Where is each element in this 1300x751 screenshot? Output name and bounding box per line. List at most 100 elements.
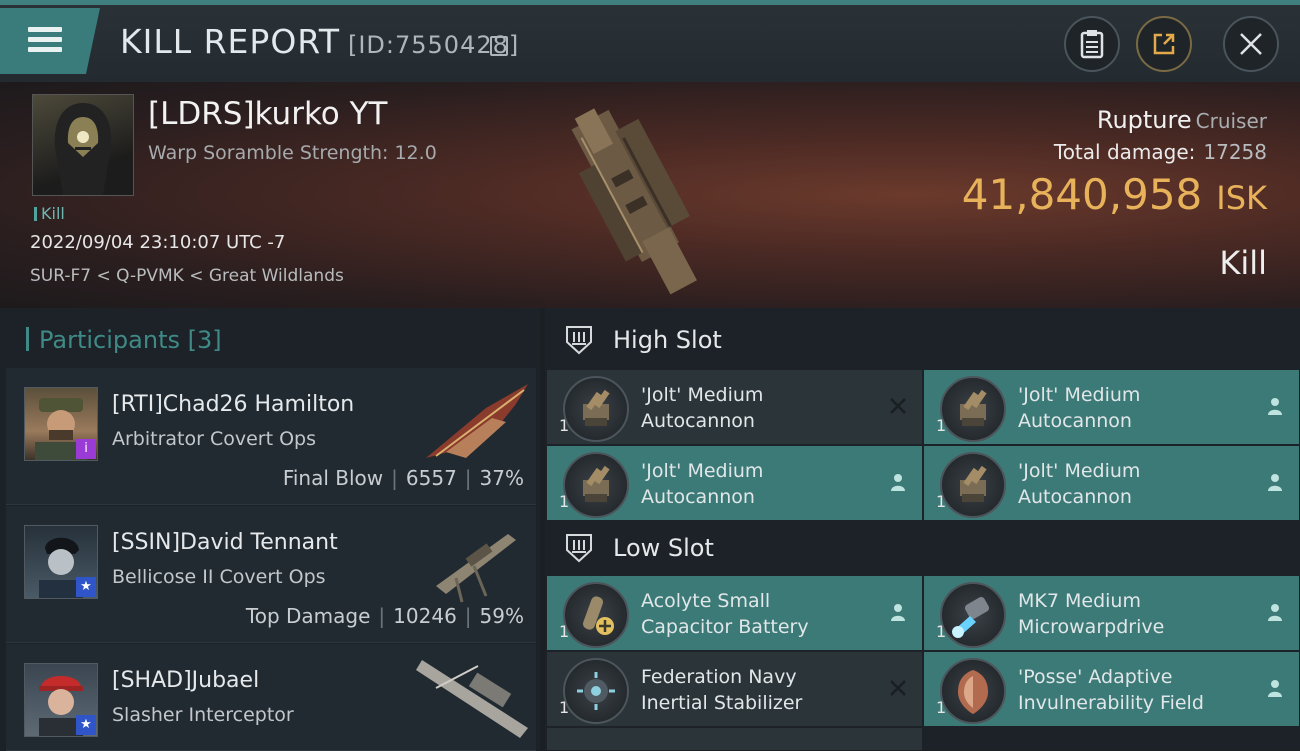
module-name: Federation Navy Inertial Stabilizer: [641, 666, 803, 714]
victim-ship-type: Rupture Cruiser: [1097, 106, 1267, 134]
module-item[interactable]: 1 'Jolt' Medium Autocannon: [924, 446, 1299, 520]
module-item[interactable]: 1 'Jolt' Medium Autocannon: [547, 370, 922, 444]
module-name: MK7 Medium Microwarpdrive: [1018, 590, 1165, 638]
module-qty: 1: [936, 698, 947, 717]
participant-stat-label: Top Damage: [245, 604, 371, 628]
module-item[interactable]: 1 'Jolt' Medium Autocannon: [924, 370, 1299, 444]
module-item[interactable]: 1 Federation Navy Inertial Stabilizer: [547, 652, 922, 726]
participant-avatar: i: [24, 387, 98, 461]
victim-subtitle: Warp Soramble Strength: 12.0: [148, 142, 437, 164]
page-title-text: KILL REPORT: [120, 22, 340, 61]
participants-count: [3]: [187, 326, 222, 354]
module-item[interactable]: 1 Acolyte Small Capacitor Battery: [547, 576, 922, 650]
dropped-person-icon: [891, 474, 905, 491]
page-title: KILL REPORT [ID:7550428]: [120, 22, 519, 61]
module-name: 'Jolt' Medium Autocannon: [1018, 384, 1141, 432]
capacitor-battery-icon: [563, 582, 629, 648]
close-icon: [1240, 33, 1262, 55]
participant-badge: ★: [76, 715, 96, 735]
kill-tag: Kill: [34, 204, 65, 223]
participant-name[interactable]: [SSIN]David Tennant: [112, 530, 338, 555]
microwarpdrive-icon: [940, 582, 1006, 648]
kill-location[interactable]: SUR-F7 < Q-PVMK < Great Wildlands: [30, 266, 344, 286]
title-bar-accent-line: [0, 0, 1300, 5]
participant-stats: Final Blow | 6557 | 37%: [282, 466, 524, 490]
invulnerability-field-icon: [940, 658, 1006, 724]
module-item-partial[interactable]: [547, 728, 922, 750]
module-qty: 1: [936, 416, 947, 435]
victim-portrait[interactable]: [32, 94, 134, 196]
module-qty: 1: [559, 698, 570, 717]
module-item[interactable]: 1 MK7 Medium Microwarpdrive: [924, 576, 1299, 650]
participant-name[interactable]: [RTI]Chad26 Hamilton: [112, 392, 354, 417]
destroyed-icon: [890, 398, 906, 414]
participant-stat-label: Final Blow: [282, 466, 384, 490]
title-bar: KILL REPORT [ID:7550428]: [0, 0, 1300, 82]
module-qty: 1: [936, 492, 947, 511]
share-button[interactable]: [1136, 16, 1192, 72]
autocannon-icon: [940, 452, 1006, 518]
victim-ship-image[interactable]: [560, 82, 740, 304]
participants-title-text: Participants: [39, 326, 180, 354]
module-name: 'Jolt' Medium Autocannon: [641, 384, 764, 432]
module-item[interactable]: 1 'Jolt' Medium Autocannon: [547, 446, 922, 520]
isk-amount: 41,840,958: [961, 170, 1203, 219]
module-qty: 1: [559, 416, 570, 435]
participant-ship: Arbitrator Covert Ops: [112, 428, 317, 450]
autocannon-icon: [940, 376, 1006, 442]
participants-title: Participants [3]: [26, 326, 222, 354]
participant-ship: Bellicose II Covert Ops: [112, 566, 326, 588]
clipboard-button[interactable]: [1064, 16, 1120, 72]
total-damage-value: 17258: [1203, 140, 1267, 164]
participant-name[interactable]: [SHAD]Jubael: [112, 668, 259, 693]
participant-row[interactable]: i [RTI]Chad26 Hamilton Arbitrator Covert…: [6, 368, 536, 505]
close-button[interactable]: [1223, 16, 1279, 72]
module-item[interactable]: 1 'Posse' Adaptive Invulnerability Field: [924, 652, 1299, 726]
participant-row[interactable]: ★ [SSIN]David Tennant Bellicose II Cover…: [6, 506, 536, 643]
copy-icon[interactable]: [490, 36, 508, 56]
dropped-person-icon: [1268, 604, 1282, 621]
inertial-stabilizer-icon: [563, 658, 629, 724]
participant-ship-image: [426, 384, 528, 458]
participant-damage: 10246: [393, 604, 457, 628]
ship-class: Cruiser: [1195, 109, 1267, 133]
low-slot-header: Low Slot: [545, 516, 1300, 580]
victim-name[interactable]: [LDRS]kurko YT: [148, 96, 387, 132]
clipboard-icon: [1080, 30, 1104, 59]
module-name: 'Jolt' Medium Autocannon: [641, 460, 764, 508]
low-slot-label: Low Slot: [613, 534, 714, 562]
module-name: 'Jolt' Medium Autocannon: [1018, 460, 1141, 508]
destroyed-icon: [890, 680, 906, 696]
menu-button[interactable]: [0, 8, 100, 74]
module-name: Acolyte Small Capacitor Battery: [641, 590, 809, 638]
participant-row[interactable]: ★ [SHAD]Jubael Slasher Interceptor: [6, 644, 536, 751]
participant-ship: Slasher Interceptor: [112, 704, 294, 726]
kill-tag-text: Kill: [41, 204, 65, 223]
module-qty: 1: [559, 492, 570, 511]
high-slot-header: High Slot: [545, 308, 1300, 372]
participant-percent: 37%: [479, 466, 524, 490]
high-slot-label: High Slot: [613, 326, 722, 354]
total-damage-label: Total damage:: [1053, 140, 1196, 164]
shield-slot-icon: [566, 326, 592, 355]
kill-datetime: 2022/09/04 23:10:07 UTC -7: [30, 232, 286, 253]
total-damage: Total damage: 17258: [1054, 140, 1267, 164]
dropped-person-icon: [1268, 474, 1282, 491]
autocannon-icon: [563, 376, 629, 442]
result-label: Kill: [1219, 244, 1267, 282]
module-name: 'Posse' Adaptive Invulnerability Field: [1018, 666, 1204, 714]
participant-avatar: ★: [24, 663, 98, 737]
portrait-image: [54, 103, 112, 195]
isk-unit: ISK: [1216, 179, 1267, 217]
participant-badge: i: [76, 439, 96, 459]
victim-banner: [LDRS]kurko YT Warp Soramble Strength: 1…: [0, 82, 1300, 308]
participant-stats: Top Damage | 10246 | 59%: [245, 604, 524, 628]
ship-name[interactable]: Rupture: [1097, 106, 1192, 134]
share-icon: [1153, 33, 1175, 55]
participant-percent: 59%: [479, 604, 524, 628]
fitting-panel: High Slot 1 'Jolt' Medium Autocannon 1 'J…: [545, 308, 1300, 750]
shield-slot-icon: [566, 534, 592, 563]
participant-damage: 6557: [405, 466, 457, 490]
participants-panel: Participants [3] i [RTI]Chad26 Hamilton …: [0, 308, 540, 751]
autocannon-icon: [563, 452, 629, 518]
